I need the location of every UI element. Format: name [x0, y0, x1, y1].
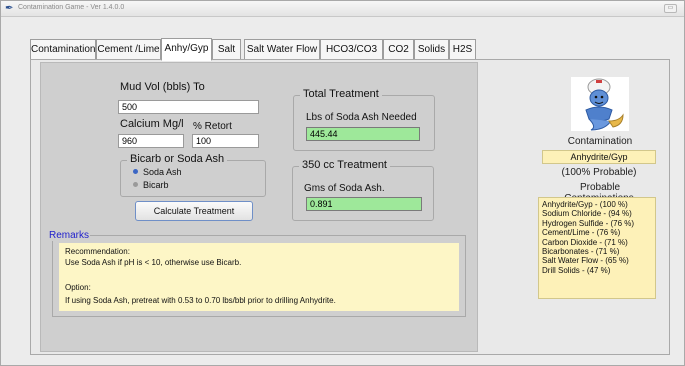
- contamination-label: Contamination: [567, 136, 633, 147]
- probable-contaminations-list: Anhydrite/Gyp - (100 %) Sodium Chloride …: [538, 197, 656, 299]
- cc-treatment-title: 350 cc Treatment: [299, 159, 390, 171]
- gms-soda-ash-value: 0.891: [306, 197, 422, 211]
- tab-salt-water-flow[interactable]: Salt Water Flow: [244, 39, 320, 60]
- tab-salt[interactable]: Salt: [212, 39, 241, 60]
- genie-icon: [571, 77, 629, 131]
- remarks-line: Use Soda Ash if pH is < 10, otherwise us…: [65, 258, 242, 267]
- list-item: Salt Water Flow - (65 %): [542, 256, 629, 266]
- restore-button[interactable]: ▭: [664, 4, 677, 13]
- list-item: Bicarbonates - (71 %): [542, 247, 620, 257]
- title-bar: ✒ Contamination Game - Ver 1.4.0.0 ▭: [1, 1, 684, 17]
- remarks-line: If using Soda Ash, pretreat with 0.53 to…: [65, 296, 336, 305]
- app-icon: ✒: [5, 3, 14, 14]
- mud-vol-input[interactable]: [118, 100, 259, 114]
- bicarb-soda-ash-group: Bicarb or Soda Ash Soda Ash Bicarb: [120, 153, 266, 197]
- radio-unselected-icon: [133, 182, 138, 187]
- total-treatment-title: Total Treatment: [300, 88, 382, 100]
- list-item: Carbon Dioxide - (71 %): [542, 237, 628, 247]
- retort-input[interactable]: [192, 134, 259, 148]
- restore-icon: ▭: [667, 5, 674, 11]
- tab-contamination[interactable]: Contamination: [30, 39, 96, 60]
- remarks-box: Recommendation: Use Soda Ash if pH is < …: [59, 243, 459, 311]
- radio-bicarb-label: Bicarb: [143, 180, 169, 190]
- tab-h2s[interactable]: H2S: [449, 39, 476, 60]
- probability-text: (100% Probable): [561, 167, 637, 178]
- gms-soda-ash-label: Gms of Soda Ash.: [304, 183, 385, 194]
- tab-cement-lime[interactable]: Cement /Lime: [96, 39, 161, 60]
- remarks-title: Remarks: [48, 230, 91, 241]
- remarks-line: Option:: [65, 283, 91, 292]
- list-item: Anhydrite/Gyp - (100 %): [542, 200, 628, 209]
- list-item: Drill Solids - (47 %): [542, 265, 611, 275]
- contamination-result: Anhydrite/Gyp: [542, 150, 656, 164]
- app-window: ✒ Contamination Game - Ver 1.4.0.0 ▭ Con…: [0, 0, 685, 366]
- total-treatment-group: Total Treatment Lbs of Soda Ash Needed 4…: [293, 88, 435, 151]
- radio-bicarb[interactable]: Bicarb: [133, 180, 169, 190]
- tab-solids[interactable]: Solids: [414, 39, 449, 60]
- radio-soda-ash-label: Soda Ash: [143, 167, 182, 177]
- lbs-soda-ash-value: 445.44: [306, 127, 420, 141]
- radio-selected-icon: [133, 169, 138, 174]
- tab-co2[interactable]: CO2: [383, 39, 414, 60]
- mud-vol-label: Mud Vol (bbls) To: [120, 81, 205, 93]
- cc-treatment-group: 350 cc Treatment Gms of Soda Ash. 0.891: [292, 159, 434, 221]
- bicarb-soda-ash-title: Bicarb or Soda Ash: [127, 153, 228, 165]
- calcium-input[interactable]: [118, 134, 184, 148]
- probable-title: Probable: [579, 182, 621, 193]
- calculate-treatment-button[interactable]: Calculate Treatment: [135, 201, 253, 221]
- retort-label: % Retort: [193, 121, 232, 132]
- treatment-calculator: Mud Vol (bbls) To Calcium Mg/l % Retort …: [40, 62, 478, 352]
- list-item: Cement/Lime - (76 %): [542, 228, 621, 238]
- remarks-line: Recommendation:: [65, 247, 130, 256]
- list-item: Sodium Chloride - (94 %): [542, 209, 632, 219]
- tab-hco3-co3[interactable]: HCO3/CO3: [320, 39, 383, 60]
- calcium-label: Calcium Mg/l: [120, 118, 184, 130]
- lbs-soda-ash-label: Lbs of Soda Ash Needed: [306, 112, 417, 123]
- window-title: Contamination Game - Ver 1.4.0.0: [18, 4, 125, 11]
- radio-soda-ash[interactable]: Soda Ash: [133, 167, 182, 177]
- list-item: Hydrogen Sulfide - (76 %): [542, 218, 635, 228]
- tab-anhy-gyp[interactable]: Anhy/Gyp: [161, 38, 212, 61]
